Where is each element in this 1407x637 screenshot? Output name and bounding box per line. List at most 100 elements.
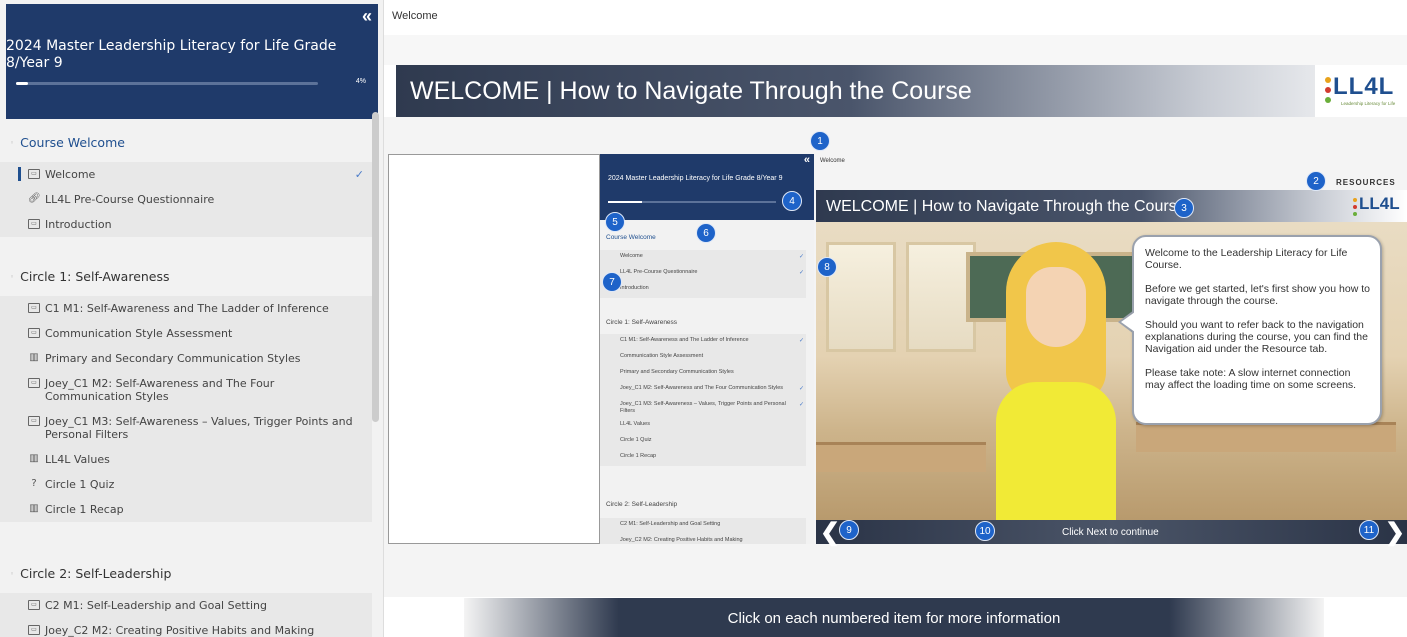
lesson-label: LL4L Pre-Course Questionnaire: [45, 193, 215, 206]
main-content: Welcome WELCOME | How to Navigate Throug…: [384, 0, 1407, 637]
lesson-item[interactable]: ▥ Circle 1 Recap: [0, 497, 372, 522]
ll4l-logo: LL4L Leadership Literacy for Life: [1315, 65, 1407, 117]
speech-bubble: Welcome to the Leadership Literacy for L…: [1132, 235, 1382, 425]
hotspot-badge-5[interactable]: 5: [605, 212, 625, 232]
desk: [816, 442, 986, 472]
section-title[interactable]: ◦ Course Welcome: [0, 132, 372, 154]
hotspot-badge-1[interactable]: 1: [810, 131, 830, 151]
hotspot-badge-11[interactable]: 11: [1359, 520, 1379, 540]
bubble-text: Before we get started, let's first show …: [1145, 283, 1370, 307]
logo-text: LL4L: [1333, 73, 1395, 100]
collapse-sidebar-icon[interactable]: «: [362, 6, 372, 27]
top-band: [384, 35, 1407, 65]
section-circle-1: ◦ Circle 1: Self-Awareness ▭ C1 M1: Self-A…: [0, 266, 372, 522]
logo-dot: [1325, 87, 1331, 93]
bubble-text: Welcome to the Leadership Literacy for L…: [1145, 247, 1348, 271]
section-circle-2: ◦ Circle 2: Self-Leadership ▭ C2 M1: Self-…: [0, 563, 372, 637]
lesson-label: C1 M1: Self-Awareness and The Ladder of …: [45, 302, 329, 315]
speech-bubble-tail-inner: [1121, 312, 1135, 332]
page-icon: ▭: [28, 328, 40, 338]
section-course-welcome: ◦ Course Welcome ▭ Welcome ✓ 🔗︎ LL4L Pre-…: [0, 132, 372, 237]
next-arrow-icon[interactable]: ❯: [1385, 518, 1405, 547]
mini-item: LL4L Pre-Course Questionnaire ✓: [620, 269, 804, 276]
mini-item: Joey_C1 M3: Self-Awareness – Values, Tri…: [620, 401, 804, 414]
next-instruction: Click Next to continue: [1062, 527, 1159, 538]
mini-item: Circle 1 Quiz: [620, 437, 652, 443]
lesson-label: Welcome: [45, 168, 96, 181]
lesson-item-introduction[interactable]: ▭ Introduction: [0, 212, 372, 237]
section-title[interactable]: ◦ Circle 2: Self-Leadership: [0, 563, 372, 585]
lesson-item-questionnaire[interactable]: 🔗︎ LL4L Pre-Course Questionnaire: [0, 187, 372, 212]
mini-item: Joey_C1 M2: Self-Awareness and The Four …: [620, 385, 804, 392]
mini-item: Welcome ✓: [620, 253, 804, 260]
lesson-label: Communication Style Assessment: [45, 327, 233, 340]
lesson-label: Circle 1 Quiz: [45, 478, 115, 491]
hotspot-badge-9[interactable]: 9: [839, 520, 859, 540]
mini-sidebar-header: « 2024 Master Leadership Literacy for Li…: [600, 154, 814, 220]
hotspot-badge-2[interactable]: 2: [1306, 171, 1326, 191]
chart-icon: ▥: [29, 453, 39, 464]
prev-arrow-icon[interactable]: ❮: [820, 518, 840, 547]
current-indicator: [18, 167, 21, 181]
lesson-item-welcome[interactable]: ▭ Welcome ✓: [0, 162, 372, 187]
hotspot-badge-4[interactable]: 4: [782, 191, 802, 211]
mini-item: C2 M1: Self-Leadership and Goal Setting: [620, 521, 721, 527]
quiz-icon: ?: [31, 478, 37, 489]
mini-section-items: C1 M1: Self-Awareness and The Ladder of …: [600, 334, 806, 466]
mini-collapse-icon: «: [803, 154, 810, 166]
mini-item: Joey_C2 M2: Creating Positive Habits and…: [620, 537, 743, 543]
lesson-item[interactable]: ▥ LL4L Values: [0, 447, 372, 472]
lesson-item[interactable]: ▭ Joey_C1 M2: Self-Awareness and The Four…: [0, 371, 372, 409]
page-icon: ▭: [28, 219, 40, 229]
link-icon: 🔗︎: [28, 193, 41, 204]
lesson-item[interactable]: ▭ C2 M1: Self-Leadership and Goal Setting: [0, 593, 372, 618]
chart-icon: ▥: [29, 503, 39, 514]
lesson-item[interactable]: ▭ Joey_C2 M2: Creating Positive Habits an…: [0, 618, 372, 637]
presenter-shirt: [996, 382, 1116, 520]
section-items: ▭ Welcome ✓ 🔗︎ LL4L Pre-Course Questionn…: [0, 162, 372, 237]
mini-section-title: Circle 1: Self-Awareness: [606, 319, 678, 326]
logo-dot: [1325, 97, 1331, 103]
lesson-item[interactable]: ▭ Communication Style Assessment: [0, 321, 372, 346]
lesson-label: Introduction: [45, 218, 112, 231]
lesson-label: C2 M1: Self-Leadership and Goal Setting: [45, 599, 267, 612]
page-banner: WELCOME | How to Navigate Through the Co…: [396, 65, 1407, 117]
section-items: ▭ C1 M1: Self-Awareness and The Ladder of…: [0, 296, 372, 522]
mini-banner-title: WELCOME | How to Navigate Through the Co…: [826, 198, 1186, 215]
mini-logo: LL4L: [1347, 192, 1407, 220]
mini-section-items: Welcome ✓ LL4L Pre-Course Questionnaire ✓ …: [600, 250, 806, 298]
lesson-label: Joey_C1 M3: Self-Awareness – Values, Tri…: [45, 415, 353, 441]
mini-section-items: C2 M1: Self-Leadership and Goal Setting …: [600, 518, 806, 544]
bubble-text: Please take note: A slow internet connec…: [1145, 367, 1357, 391]
section-title[interactable]: ◦ Circle 1: Self-Awareness: [0, 266, 372, 288]
hotspot-badge-7[interactable]: 7: [602, 272, 622, 292]
lesson-item[interactable]: ▭ Joey_C1 M3: Self-Awareness – Values, Tr…: [0, 409, 372, 447]
mini-section-title: Circle 2: Self-Leadership: [606, 501, 678, 508]
lesson-label: Circle 1 Recap: [45, 503, 124, 516]
course-progress-fill: [16, 82, 29, 85]
lesson-label: Joey_C1 M2: Self-Awareness and The Four …: [45, 377, 275, 403]
mini-item: C1 M1: Self-Awareness and The Ladder of …: [620, 337, 804, 344]
mini-item: Introduction: [620, 285, 649, 291]
section-items: ▭ C2 M1: Self-Leadership and Goal Setting…: [0, 593, 372, 637]
mini-progress-bar: [608, 201, 776, 203]
sidebar-scrollbar[interactable]: [372, 112, 379, 422]
mini-course-title: 2024 Master Leadership Literacy for Life…: [608, 175, 783, 182]
info-panel: [388, 154, 600, 544]
mini-section-title: Course Welcome: [606, 234, 656, 241]
mini-item: Communication Style Assessment: [620, 353, 704, 359]
page-icon: ▭: [28, 378, 40, 388]
hotspot-badge-10[interactable]: 10: [975, 521, 995, 541]
hotspot-badge-3[interactable]: 3: [1174, 198, 1194, 218]
instruction-band: Click on each numbered item for more inf…: [464, 598, 1324, 637]
lesson-item[interactable]: ▭ C1 M1: Self-Awareness and The Ladder of…: [0, 296, 372, 321]
lesson-item[interactable]: ? Circle 1 Quiz: [0, 472, 372, 497]
hotspot-badge-8[interactable]: 8: [817, 257, 837, 277]
hotspot-badge-6[interactable]: 6: [696, 223, 716, 243]
check-icon: ✓: [354, 168, 364, 181]
logo-tagline: Leadership Literacy for Life: [1341, 101, 1396, 106]
lesson-item[interactable]: ▥ Primary and Secondary Communication Sty…: [0, 346, 372, 371]
logo-dot: [1325, 77, 1331, 83]
chart-icon: ▥: [29, 352, 39, 363]
mini-banner: WELCOME | How to Navigate Through the Co…: [816, 190, 1407, 222]
